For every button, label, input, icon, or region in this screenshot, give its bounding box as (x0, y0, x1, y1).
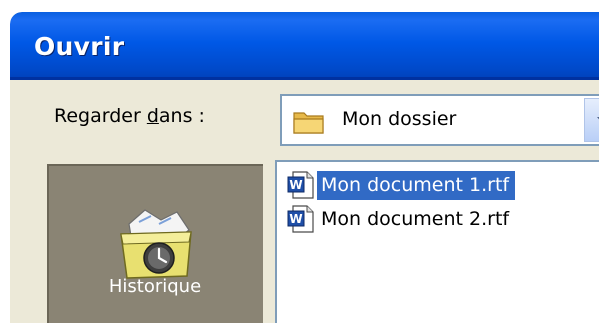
svg-text:W: W (289, 178, 302, 192)
word-document-icon: W (287, 171, 314, 199)
folder-icon (293, 112, 324, 134)
file-list[interactable]: W Mon document 1.rtf W Mon document 2.rt… (275, 160, 599, 323)
dialog-title: Ouvrir (34, 32, 125, 61)
history-icon[interactable] (109, 202, 201, 286)
look-in-label-prefix: Regarder (54, 105, 147, 127)
dropdown-button[interactable] (584, 98, 599, 142)
look-in-value: Mon dossier (342, 108, 457, 130)
svg-text:W: W (289, 212, 302, 226)
file-item-1[interactable]: W Mon document 1.rtf (287, 168, 516, 202)
look-in-label: Regarder dans : (54, 105, 205, 127)
file-name: Mon document 2.rtf (321, 207, 510, 230)
word-document-icon: W (287, 205, 314, 233)
places-bar: Historique (47, 164, 263, 323)
look-in-label-suffix: ans : (158, 105, 205, 127)
open-dialog: Ouvrir Regarder dans : Mon dossier Histo… (10, 12, 599, 323)
places-item-history-label[interactable]: Historique (49, 276, 261, 297)
look-in-dropdown[interactable]: Mon dossier (280, 94, 599, 146)
file-name: Mon document 1.rtf (317, 170, 516, 200)
look-in-label-accesskey: d (146, 105, 159, 127)
file-item-2[interactable]: W Mon document 2.rtf (287, 202, 515, 236)
title-bar[interactable]: Ouvrir (10, 12, 599, 80)
